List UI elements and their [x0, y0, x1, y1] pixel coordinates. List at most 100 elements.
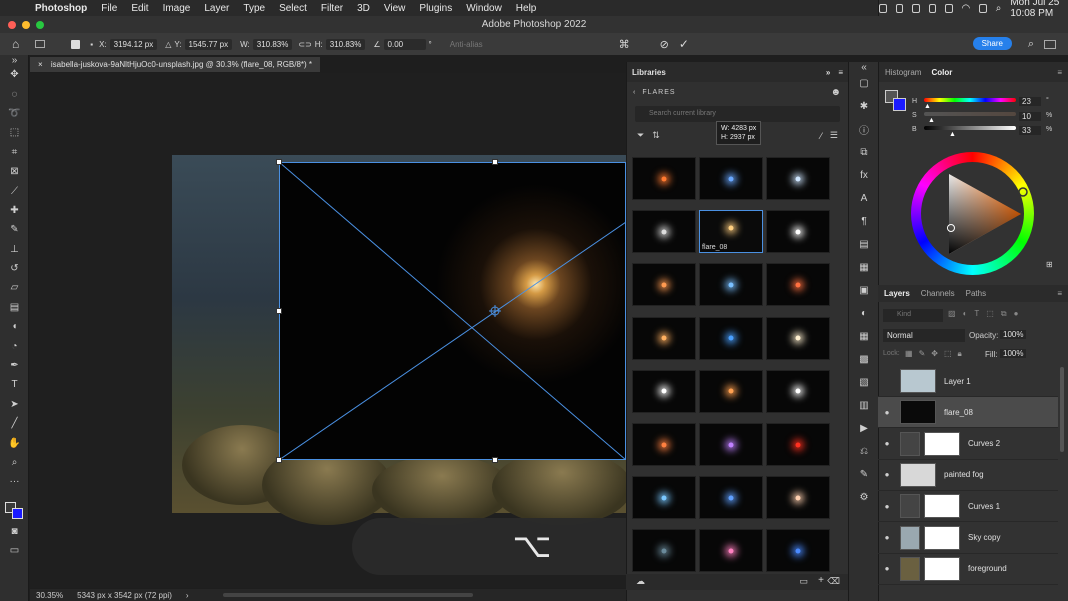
- battery-icon[interactable]: [979, 3, 987, 13]
- pixel-filter-icon[interactable]: ▨: [948, 309, 956, 322]
- brush-settings-icon[interactable]: ✱: [849, 95, 879, 118]
- libraries-active-icon[interactable]: ▥: [849, 394, 879, 417]
- close-tab-icon[interactable]: ×: [38, 60, 43, 69]
- transform-bounding-box[interactable]: [279, 162, 626, 460]
- color-swatches[interactable]: [0, 492, 28, 522]
- video-icon[interactable]: [879, 3, 887, 13]
- menu-layer[interactable]: Layer: [197, 3, 236, 14]
- fill-field[interactable]: 100%: [1000, 349, 1027, 358]
- h-field[interactable]: 23: [1019, 97, 1041, 106]
- paragraph-icon[interactable]: ¶: [849, 210, 879, 233]
- blend-mode-select[interactable]: Normal: [883, 329, 965, 342]
- search-icon[interactable]: ⌕: [1028, 38, 1034, 51]
- layer-thumbnail[interactable]: [900, 556, 920, 581]
- lock-all-icon[interactable]: 🔒︎: [958, 349, 962, 359]
- flare-thumbnail[interactable]: [766, 263, 830, 307]
- zoom-window-button[interactable]: [36, 21, 44, 29]
- reference-checkbox[interactable]: [71, 39, 81, 49]
- h-field[interactable]: 310.83%: [325, 38, 366, 50]
- layer-row[interactable]: ● Curves 2: [878, 429, 1058, 460]
- menu-type[interactable]: Type: [236, 3, 272, 14]
- transform-handle-top[interactable]: [492, 159, 498, 165]
- eyedropper-tool-icon[interactable]: ⟋: [0, 181, 29, 200]
- brushes-icon[interactable]: ✎: [849, 463, 879, 486]
- dropbox-icon[interactable]: [895, 3, 903, 13]
- lock-pixels-icon[interactable]: ▦: [905, 349, 913, 359]
- panel-menu-icon[interactable]: ≡: [1057, 68, 1062, 77]
- layer-kind-filter[interactable]: Kind: [883, 309, 943, 322]
- flare-thumbnail[interactable]: [632, 263, 696, 307]
- flare-thumbnail[interactable]: [766, 476, 830, 520]
- flare-thumbnail[interactable]: [699, 476, 763, 520]
- layer-thumbnail[interactable]: [900, 369, 936, 393]
- transform-handle-bottom-left[interactable]: [276, 457, 282, 463]
- flare-thumbnail[interactable]: [766, 369, 830, 413]
- history-icon[interactable]: ⎌: [849, 440, 879, 463]
- flare-thumbnail[interactable]: [766, 157, 830, 200]
- list-view-icon[interactable]: ☰: [830, 130, 838, 141]
- layer-row[interactable]: ● painted fog: [878, 460, 1058, 491]
- layer-name[interactable]: flare_08: [944, 408, 973, 417]
- menu-help[interactable]: Help: [509, 3, 544, 14]
- fx-icon[interactable]: fx: [849, 164, 879, 187]
- cloud-icon[interactable]: ☁: [636, 576, 645, 587]
- properties-icon[interactable]: ▦: [849, 256, 879, 279]
- info-icon[interactable]: ⓘ: [849, 118, 879, 141]
- screen-mode-icon[interactable]: ▭: [0, 541, 29, 560]
- patterns-icon[interactable]: ▩: [849, 348, 879, 371]
- healing-tool-icon[interactable]: ✚: [0, 201, 29, 220]
- relative-icon[interactable]: △: [165, 40, 171, 49]
- opacity-field[interactable]: 100%: [1000, 330, 1027, 339]
- flare-thumbnail[interactable]: [699, 529, 763, 573]
- reference-point-icon[interactable]: ▪: [90, 40, 93, 49]
- library-breadcrumb[interactable]: FLARES: [642, 89, 675, 96]
- saturation-slider-thumb[interactable]: ▲: [928, 117, 935, 124]
- zoom-tool-icon[interactable]: ⌕: [0, 453, 29, 472]
- path-select-tool-icon[interactable]: ➤: [0, 395, 29, 414]
- collaborators-icon[interactable]: ☻: [830, 87, 842, 98]
- swatches-icon[interactable]: ▦: [849, 325, 879, 348]
- commit-transform-icon[interactable]: ✓: [679, 37, 689, 51]
- pen-tool-icon[interactable]: ✒: [0, 356, 29, 375]
- lock-position-icon[interactable]: ✥: [931, 349, 938, 359]
- transform-handle-bottom[interactable]: [492, 457, 498, 463]
- tab-color[interactable]: Color: [931, 68, 952, 77]
- glyphs-icon[interactable]: ▤: [849, 233, 879, 256]
- history-brush-tool-icon[interactable]: ↺: [0, 259, 29, 278]
- smart-filter-icon[interactable]: ⧉: [1001, 309, 1007, 322]
- layer-row[interactable]: ● Curves 1: [878, 491, 1058, 523]
- flare-thumbnail[interactable]: [632, 157, 696, 200]
- transform-handle-left[interactable]: [276, 308, 282, 314]
- trash-icon[interactable]: ⌫: [827, 576, 840, 587]
- hue-slider[interactable]: [924, 98, 1016, 102]
- adjustment-filter-icon[interactable]: ◐: [963, 309, 968, 322]
- transform-icon[interactable]: [35, 40, 46, 48]
- stamp-tool-icon[interactable]: ⊥: [0, 240, 29, 259]
- color-icon[interactable]: ◐: [849, 302, 879, 325]
- y-field[interactable]: 1545.77 px: [184, 38, 233, 50]
- lock-artboard-icon[interactable]: ⬚: [944, 349, 952, 359]
- layer-row[interactable]: Layer 1: [878, 366, 1058, 397]
- layer-mask-thumbnail[interactable]: [924, 494, 960, 519]
- panel-menu-icon[interactable]: ≡: [838, 68, 843, 77]
- menu-window[interactable]: Window: [459, 3, 509, 14]
- visibility-eye-icon[interactable]: ●: [878, 470, 896, 479]
- menu-plugins[interactable]: Plugins: [412, 3, 459, 14]
- home-icon[interactable]: ⌂: [12, 37, 19, 51]
- marquee-tool-icon[interactable]: ◌: [0, 84, 29, 103]
- layer-name[interactable]: Sky copy: [968, 533, 1000, 542]
- library-search-input[interactable]: Search current library: [635, 106, 840, 122]
- layer-mask-thumbnail[interactable]: [924, 525, 960, 550]
- brightness-slider[interactable]: [924, 126, 1016, 130]
- share-button[interactable]: Share: [972, 37, 1012, 50]
- cancel-transform-icon[interactable]: ⊘: [660, 38, 669, 51]
- workspace-icon[interactable]: [1044, 39, 1056, 49]
- layer-name[interactable]: painted fog: [944, 470, 984, 479]
- visibility-eye-icon[interactable]: ●: [878, 533, 896, 542]
- layer-thumbnail[interactable]: [900, 431, 920, 456]
- layer-thumbnail[interactable]: [900, 462, 936, 487]
- back-icon[interactable]: ‹: [633, 89, 636, 96]
- transform-handle-top-left[interactable]: [276, 159, 282, 165]
- layer-name[interactable]: Curves 2: [968, 439, 1000, 448]
- visibility-eye-icon[interactable]: ●: [878, 439, 896, 448]
